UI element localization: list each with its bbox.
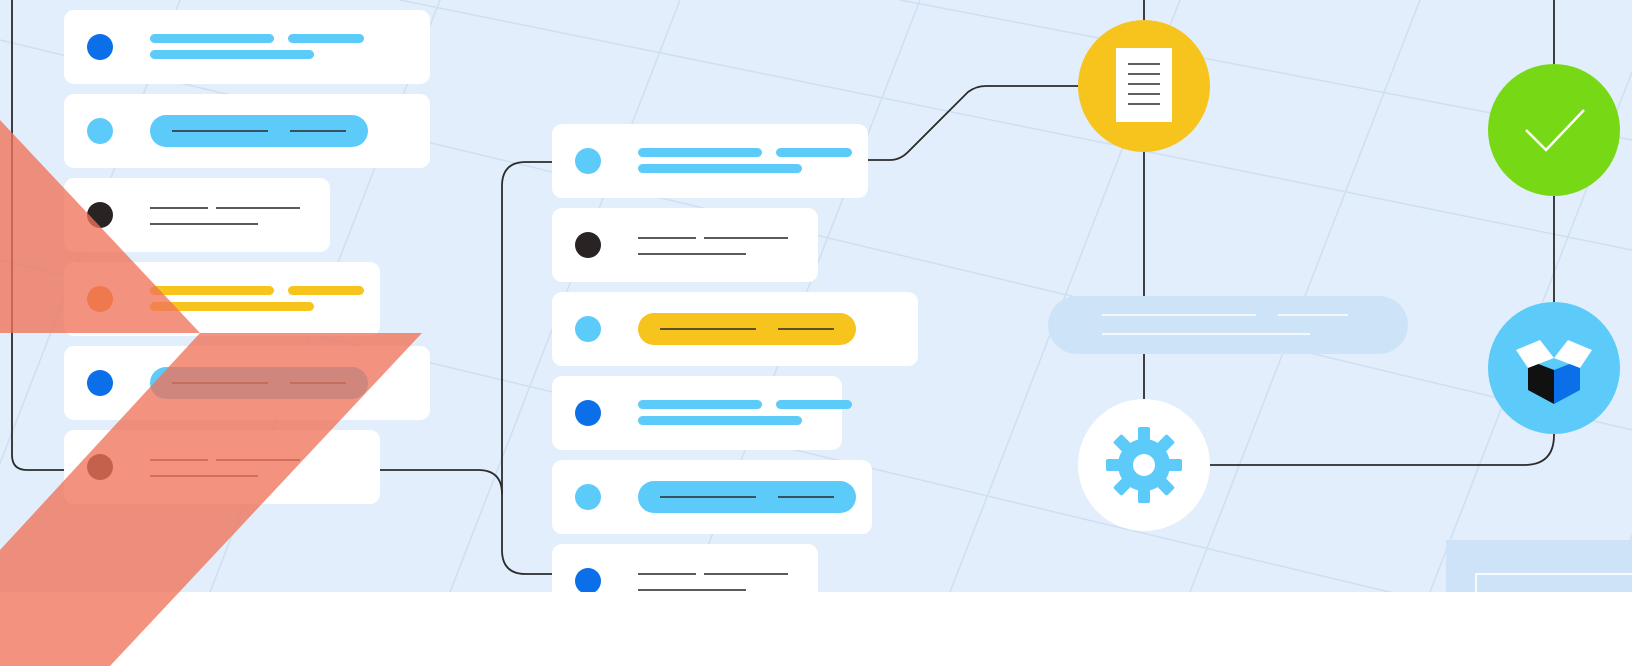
accent-shape-lower bbox=[0, 333, 422, 666]
accent-overlay bbox=[0, 120, 422, 666]
accent-shape-upper bbox=[0, 120, 200, 333]
illustration bbox=[0, 0, 1632, 666]
